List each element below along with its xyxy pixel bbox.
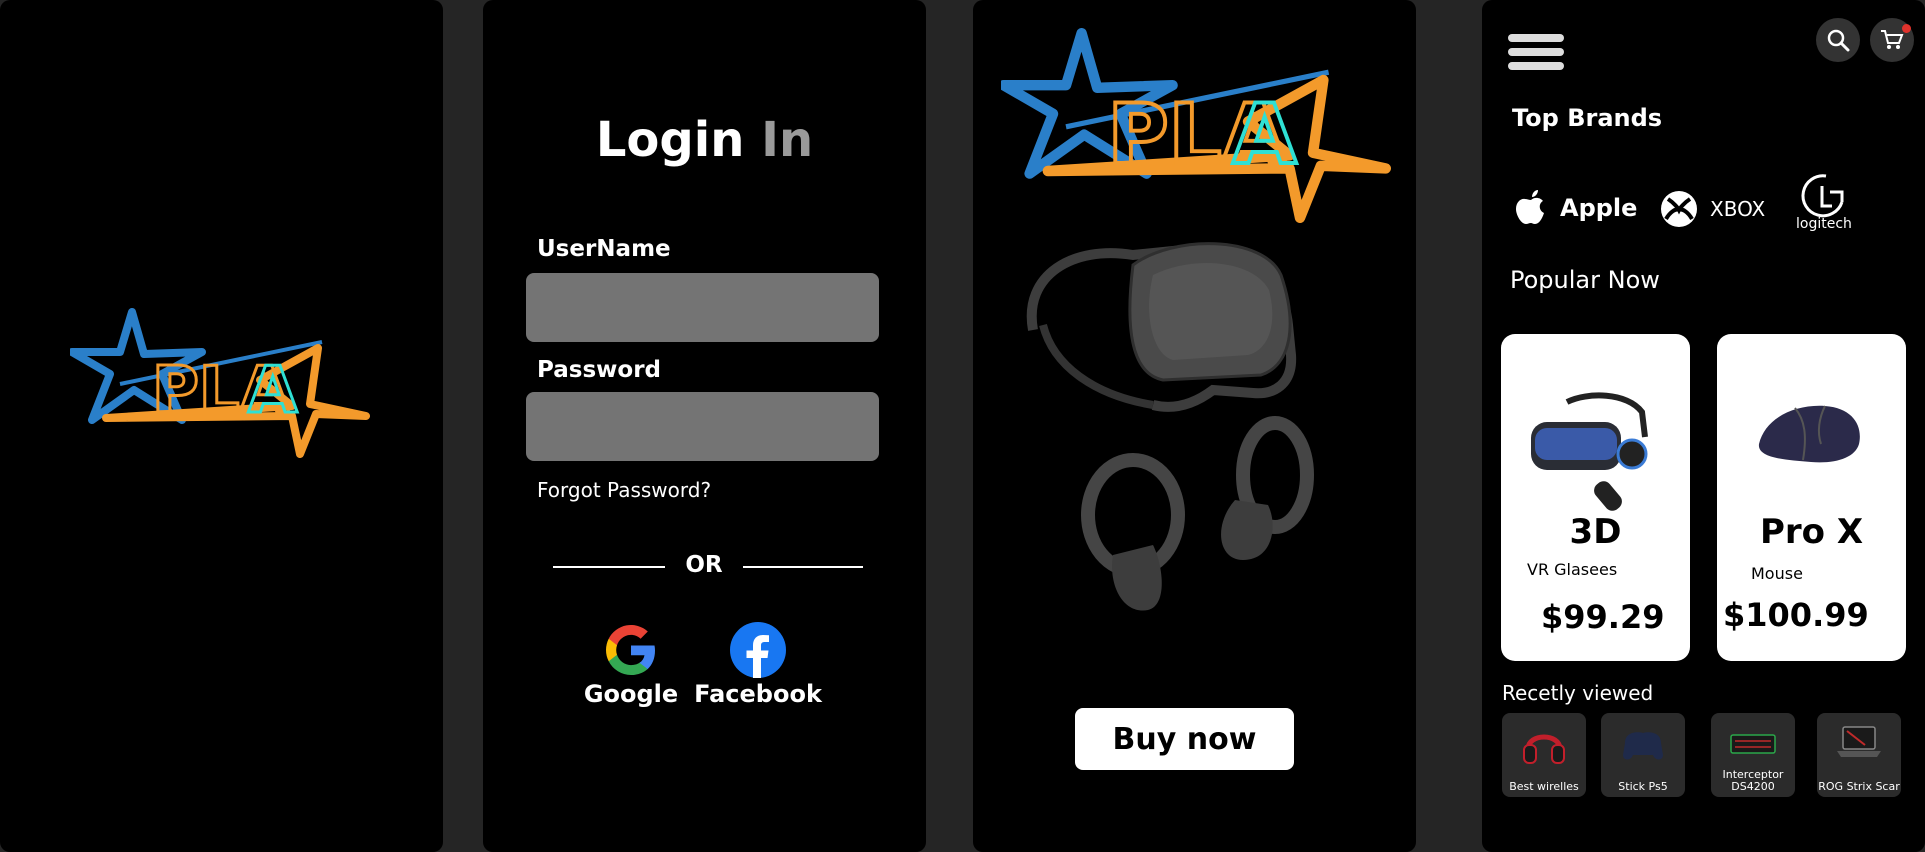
google-icon [603,622,659,678]
product-price: $99.29 [1541,598,1665,636]
recent-item-label: ROG Strix Scar [1818,780,1900,793]
divider-right [743,566,863,568]
google-login-button[interactable]: Google [581,622,681,708]
menu-icon[interactable] [1508,34,1564,70]
keyboard-image [1730,734,1776,754]
product-card-vr[interactable]: 3D VR Glasees $99.29 [1501,334,1690,661]
recent-item[interactable]: Interceptor DS4200 [1711,713,1795,797]
top-brands-title: Top Brands [1512,104,1663,132]
cart-icon [1881,30,1904,49]
apple-icon [1516,190,1544,224]
xbox-icon [1661,191,1697,227]
facebook-login-button[interactable]: Facebook [688,622,828,708]
forgot-password-link[interactable]: Forgot Password? [537,478,711,502]
recent-item-label: Best wirelles [1509,780,1579,793]
recent-item-label: Stick Ps5 [1618,780,1668,793]
laptop-image [1837,726,1881,757]
product-subtitle: VR Glasees [1527,560,1618,579]
product-screen: PLA A Buy now [973,0,1416,852]
recently-viewed-title: Recetly viewed [1502,681,1654,705]
recent-item[interactable]: ROG Strix Scar [1817,713,1901,797]
login-screen: Login In UserName Password Forgot Passwo… [483,0,926,852]
brand-xbox[interactable]: XBOX [1660,190,1765,228]
headphones-image [1523,734,1565,764]
password-label: Password [537,357,661,383]
recent-item[interactable]: Stick Ps5 [1601,713,1685,797]
product-price: $100.99 [1723,596,1869,634]
cart-badge [1902,24,1911,33]
divider-left [553,566,665,568]
pla-logo: PLA A [70,308,370,458]
svg-text:A: A [248,354,298,428]
cart-button[interactable] [1870,18,1914,62]
brand-apple-label: Apple [1560,194,1638,222]
facebook-icon [730,622,786,678]
recent-item[interactable]: Best wirelles [1502,713,1586,797]
product-name: 3D [1569,512,1622,552]
product-name: Pro X [1759,512,1864,552]
logitech-icon [1801,174,1844,218]
shop-screen: Top Brands Apple XBOX logitech Popular N… [1482,0,1925,852]
buy-now-button[interactable]: Buy now [1075,708,1294,770]
username-field[interactable] [526,273,879,342]
page-title: Login In [483,112,926,168]
brand-logitech[interactable]: logitech [1796,172,1852,232]
vr-glasses-image [1531,392,1648,511]
brand-logitech-label: logitech [1796,216,1852,232]
brand-xbox-label: XBOX [1710,197,1766,221]
brand-apple[interactable]: Apple [1514,188,1637,228]
search-button[interactable] [1816,18,1860,62]
title-accent: In [761,112,814,168]
password-field[interactable] [526,392,879,461]
or-label: OR [685,552,723,578]
vr-headset-image [1013,215,1363,625]
product-card-mouse[interactable]: Pro X Mouse $100.99 [1717,334,1906,661]
google-label: Google [583,680,679,708]
splash-screen: PLA A [0,0,443,852]
popular-now-title: Popular Now [1510,266,1660,294]
mouse-image [1758,405,1860,463]
pla-logo: PLA A [1001,28,1391,223]
username-label: UserName [537,236,671,262]
title-main: Login [595,112,745,168]
product-subtitle: Mouse [1751,564,1803,583]
controller-image [1623,732,1663,760]
svg-text:A: A [1232,86,1296,183]
recent-item-label: Interceptor DS4200 [1722,768,1784,793]
facebook-label: Facebook [694,680,822,708]
search-icon [1827,29,1850,52]
